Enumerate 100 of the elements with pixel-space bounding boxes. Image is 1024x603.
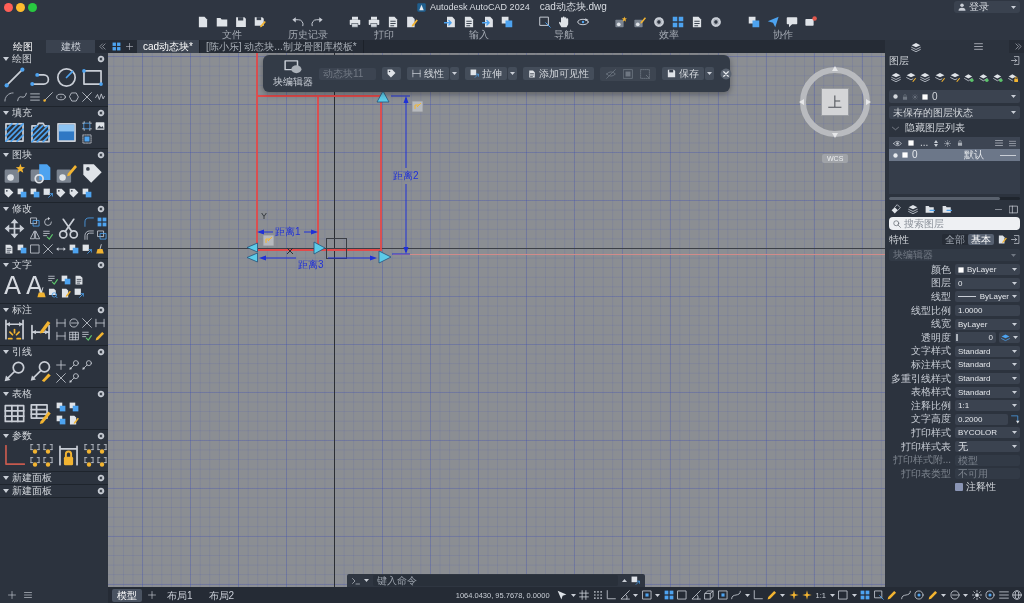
dots-grid-icon[interactable] (592, 590, 603, 600)
stacked-pages-icon[interactable] (17, 244, 27, 254)
caret-icon[interactable] (3, 207, 9, 211)
grid-squares-icon[interactable] (860, 590, 870, 600)
sun-icon[interactable] (971, 590, 982, 600)
cross-lines-icon[interactable] (56, 373, 66, 383)
caret-icon[interactable] (3, 263, 9, 267)
block-star-icon[interactable] (4, 163, 25, 184)
table-icon[interactable] (4, 403, 25, 424)
pencil-icon[interactable] (927, 590, 938, 600)
page-icon[interactable] (197, 16, 209, 28)
layer-stack-icon[interactable] (920, 72, 931, 82)
caret-icon[interactable] (707, 72, 712, 75)
caret-icon[interactable] (3, 489, 9, 493)
bracket-bulb-icon[interactable] (30, 444, 40, 454)
settings-icon[interactable] (97, 432, 105, 440)
collapse-icon[interactable] (99, 43, 106, 50)
dimension-line[interactable] (259, 255, 377, 261)
lines-check-icon[interactable] (43, 230, 53, 240)
ray-icon[interactable] (43, 92, 53, 102)
scrollbar[interactable] (889, 197, 1020, 200)
property-dropdown[interactable]: Standard (955, 386, 1020, 398)
hexagon-icon[interactable] (69, 92, 79, 102)
caret-icon[interactable] (3, 153, 9, 157)
stacked-pages-icon[interactable] (69, 402, 79, 412)
page-pencil-icon[interactable] (61, 287, 72, 298)
settings-icon[interactable] (97, 261, 105, 269)
gear-icon[interactable] (710, 16, 722, 28)
action-marker-icon[interactable] (262, 234, 275, 247)
triangle-grip-icon[interactable] (376, 90, 390, 103)
block-pencil-icon[interactable] (634, 16, 646, 28)
property-dropdown[interactable]: BYCOLOR (955, 427, 1020, 439)
stacked-pages-icon[interactable] (501, 16, 513, 28)
save-button[interactable]: 保存 (662, 67, 704, 80)
hatch-tab-square-icon[interactable] (30, 122, 51, 143)
square-icon[interactable] (677, 590, 688, 600)
palette-tab[interactable]: 建模 (46, 40, 95, 53)
triangle-grip-icon[interactable] (313, 241, 326, 255)
window-zoom-icon[interactable] (28, 2, 37, 12)
arc-icon[interactable] (4, 92, 14, 102)
leader-circle-icon[interactable] (69, 373, 79, 383)
caret-icon[interactable] (655, 593, 661, 597)
page-arrow-icon[interactable] (482, 16, 494, 28)
curve-icon[interactable] (900, 590, 911, 600)
column-header[interactable]: ... (920, 137, 929, 149)
hand-icon[interactable] (558, 16, 570, 28)
caret-up-icon[interactable] (622, 579, 627, 582)
command-input[interactable]: 键入命令 (373, 575, 618, 586)
leader-circle-icon[interactable] (69, 360, 79, 370)
undo-arrow-icon[interactable] (292, 16, 304, 28)
caret-icon[interactable] (3, 434, 9, 438)
gear-icon[interactable] (653, 16, 665, 28)
layout-tab[interactable]: 模型 (112, 588, 142, 602)
table-icon[interactable] (69, 331, 79, 341)
panel-layout-icon[interactable] (1009, 204, 1018, 214)
angle-icon[interactable] (690, 590, 701, 600)
property-dropdown[interactable]: ByLayer (955, 291, 1020, 303)
bracket-bulb-icon[interactable] (97, 444, 107, 454)
dimension-pencil-icon[interactable] (30, 319, 51, 340)
stacked-pages-icon[interactable] (69, 244, 79, 254)
caret-icon[interactable] (963, 593, 968, 597)
chat-icon[interactable] (786, 16, 798, 28)
folder-icon[interactable] (216, 16, 228, 28)
layer-pencil-icon[interactable] (934, 72, 945, 82)
compass-ring[interactable] (799, 66, 871, 138)
bracket-bulb-icon[interactable] (43, 444, 53, 454)
stacked-pages-icon[interactable] (56, 415, 66, 425)
menu-lines-icon[interactable] (1009, 139, 1016, 147)
square-corner-icon[interactable] (873, 590, 884, 600)
square-icon[interactable] (30, 244, 40, 254)
property-dropdown[interactable]: ByLayer (955, 318, 1020, 330)
page-pencil-icon[interactable] (998, 235, 1007, 244)
magnifier-page-icon[interactable] (48, 287, 59, 298)
document-tab[interactable]: cad动态块* (137, 40, 200, 53)
settings-icon[interactable] (97, 348, 105, 356)
gradient-square-icon[interactable] (56, 122, 77, 143)
layer-state-dropdown[interactable]: 未保存的图层状态 (889, 106, 1020, 119)
triangle-grip-icon[interactable] (246, 242, 258, 253)
property-dropdown[interactable]: 无 (955, 441, 1020, 452)
redo-arrow-icon[interactable] (311, 16, 323, 28)
property-field[interactable]: 1.0000 (955, 305, 1020, 317)
layer-lock-icon[interactable] (1008, 72, 1018, 82)
settings-icon[interactable] (97, 306, 105, 314)
leader-circle-icon[interactable] (4, 361, 25, 382)
text-tool[interactable]: A (4, 273, 22, 299)
arrows-horizontal-icon[interactable] (56, 244, 66, 254)
settings-icon[interactable] (97, 205, 105, 213)
view-mode-toggle[interactable]: 全部 (942, 234, 968, 245)
layer-folder-icon[interactable] (925, 204, 935, 214)
floppy-icon[interactable] (235, 16, 247, 28)
current-layer-dropdown[interactable]: 0 (889, 90, 1020, 103)
picture-icon[interactable] (95, 121, 105, 131)
sparkle-icon[interactable] (802, 590, 813, 600)
property-dropdown[interactable]: 1:1 (955, 400, 1020, 412)
caret-icon[interactable] (3, 476, 9, 480)
lock-dimension-icon[interactable] (58, 445, 79, 466)
block-outline[interactable] (256, 53, 382, 251)
page-lines-icon[interactable] (74, 274, 85, 285)
action-marker-icon[interactable] (411, 100, 424, 113)
cross-lines-icon[interactable] (82, 92, 92, 102)
